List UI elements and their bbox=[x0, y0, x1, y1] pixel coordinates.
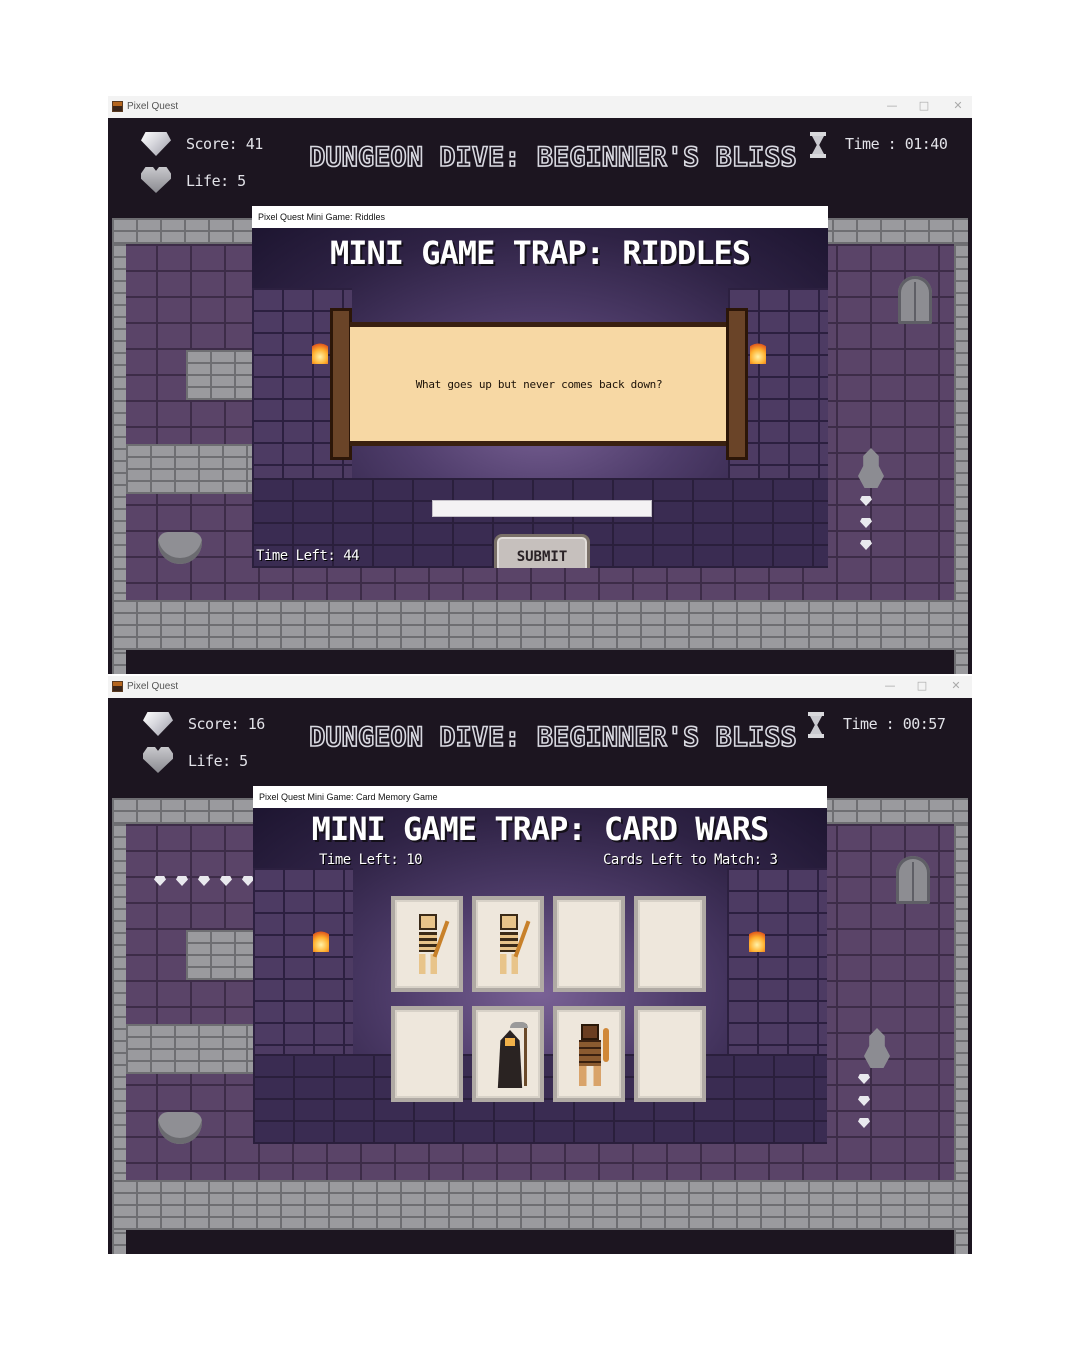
game-window-card-memory: Pixel Quest — □ ✕ Score: 16 Life: 5 DUNG… bbox=[108, 676, 972, 1254]
memory-card[interactable] bbox=[391, 896, 463, 992]
warrior-icon bbox=[571, 1022, 615, 1088]
minigame-title: MINI GAME TRAP: CARD WARS bbox=[311, 810, 770, 848]
hud: Score: 41 Life: 5 DUNGEON DIVE: BEGINNER… bbox=[108, 118, 972, 218]
heart-icon bbox=[143, 747, 173, 773]
dungeon-corridor-background: MINI GAME TRAP: RIDDLES What goes up but… bbox=[252, 228, 828, 568]
skeleton-icon bbox=[409, 914, 450, 974]
torch-icon bbox=[750, 340, 766, 364]
window-titlebar[interactable]: Pixel Quest — □ ✕ bbox=[108, 676, 972, 698]
submit-button[interactable]: SUBMIT bbox=[494, 534, 590, 568]
timer-label: Time : 00:57 bbox=[843, 715, 946, 733]
hourglass-icon bbox=[808, 712, 824, 738]
dungeon-corridor-background: MINI GAME TRAP: CARD WARS Time Left: 10 … bbox=[253, 808, 827, 1144]
gem-icon bbox=[143, 712, 173, 736]
stone-block bbox=[186, 930, 256, 980]
door-icon bbox=[898, 276, 932, 324]
timer-label: Time : 01:40 bbox=[845, 135, 948, 153]
minimize-button[interactable]: — bbox=[880, 99, 904, 115]
riddle-question: What goes up but never comes back down? bbox=[415, 377, 663, 391]
time-left-label: Time Left: 10 bbox=[319, 852, 423, 868]
reaper-icon bbox=[488, 1020, 534, 1090]
stone-ledge bbox=[126, 444, 256, 494]
dialog-titlebar[interactable]: Pixel Quest Mini Game: Card Memory Game bbox=[253, 786, 827, 808]
riddle-scroll: What goes up but never comes back down? bbox=[330, 308, 748, 460]
cards-left-label: Cards Left to Match: 3 bbox=[603, 852, 778, 868]
maximize-button[interactable]: □ bbox=[910, 679, 934, 695]
answer-input[interactable] bbox=[432, 500, 652, 517]
level-title: DUNGEON DIVE: BEGINNER'S BLISS bbox=[308, 141, 797, 174]
stone-floor bbox=[112, 1180, 968, 1230]
hud: Score: 16 Life: 5 DUNGEON DIVE: BEGINNER… bbox=[108, 698, 972, 798]
minigame-title: MINI GAME TRAP: RIDDLES bbox=[329, 234, 751, 272]
memory-card[interactable] bbox=[634, 1006, 706, 1102]
life-label: Life: 5 bbox=[186, 172, 246, 190]
stone-ledge bbox=[126, 1024, 256, 1074]
dialog-titlebar[interactable]: Pixel Quest Mini Game: Riddles bbox=[252, 206, 828, 228]
app-icon bbox=[112, 101, 123, 112]
torch-icon bbox=[749, 928, 765, 952]
memory-card[interactable] bbox=[472, 896, 544, 992]
maximize-button[interactable]: □ bbox=[912, 99, 936, 115]
time-left-label: Time Left: 44 bbox=[256, 548, 360, 564]
memory-card[interactable] bbox=[391, 1006, 463, 1102]
app-icon bbox=[112, 681, 123, 692]
minimize-button[interactable]: — bbox=[878, 679, 902, 695]
close-button[interactable]: ✕ bbox=[944, 679, 968, 695]
score-label: Score: 41 bbox=[186, 135, 263, 153]
close-button[interactable]: ✕ bbox=[946, 99, 970, 115]
window-titlebar[interactable]: Pixel Quest — □ ✕ bbox=[108, 96, 972, 118]
level-title: DUNGEON DIVE: BEGINNER'S BLISS bbox=[308, 721, 797, 754]
scroll-rod bbox=[726, 308, 748, 460]
memory-card[interactable] bbox=[553, 896, 625, 992]
torch-icon bbox=[313, 928, 329, 952]
memory-card[interactable] bbox=[472, 1006, 544, 1102]
door-icon bbox=[896, 856, 930, 904]
stone-floor bbox=[112, 600, 968, 650]
score-label: Score: 16 bbox=[188, 715, 265, 733]
heart-icon bbox=[141, 167, 171, 193]
hourglass-icon bbox=[810, 132, 826, 158]
torch-icon bbox=[312, 340, 328, 364]
scroll-rod bbox=[330, 308, 352, 460]
memory-card[interactable] bbox=[553, 1006, 625, 1102]
stone-block bbox=[186, 350, 256, 400]
game-window-riddles: Pixel Quest — □ ✕ Score: 41 Life: 5 DUNG… bbox=[108, 96, 972, 674]
skeleton-icon bbox=[490, 914, 531, 974]
window-title: Pixel Quest bbox=[127, 681, 179, 692]
window-title: Pixel Quest bbox=[127, 101, 179, 112]
memory-card[interactable] bbox=[634, 896, 706, 992]
card-memory-dialog: Pixel Quest Mini Game: Card Memory Game … bbox=[253, 786, 827, 1144]
life-label: Life: 5 bbox=[188, 752, 248, 770]
gem-icon bbox=[141, 132, 171, 156]
riddle-dialog: Pixel Quest Mini Game: Riddles MINI GAME… bbox=[252, 206, 828, 568]
